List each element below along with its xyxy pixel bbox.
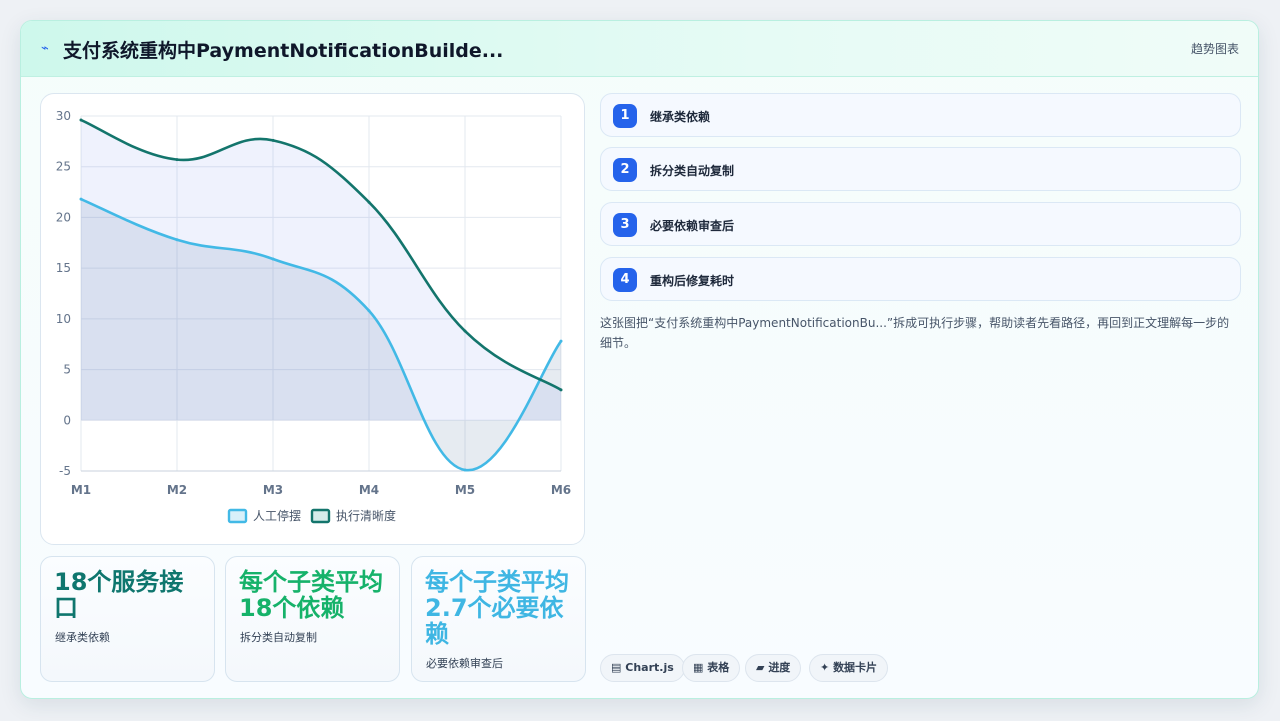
chip-label: 进度 — [768, 661, 791, 674]
page-title: 支付系统重构中PaymentNotificationBuilde... — [63, 40, 504, 62]
step-number: 1 — [613, 104, 637, 128]
step-item-3[interactable]: 3 必要依赖审查后 — [600, 202, 1241, 246]
step-number: 2 — [613, 158, 637, 182]
stat-value: 每个子类平均18个依赖 — [239, 568, 383, 622]
x-tick-label: M1 — [71, 483, 91, 497]
stat-label: 继承类依赖 — [55, 631, 110, 644]
step-number: 4 — [613, 268, 637, 292]
main-card: ⌁ 支付系统重构中PaymentNotificationBuilde... 趋势… — [20, 20, 1259, 699]
stat-card-3: 每个子类平均2.7个必要依赖 必要依赖审查后 — [411, 556, 586, 682]
step-item-4[interactable]: 4 重构后修复耗时 — [600, 257, 1241, 301]
stat-label: 必要依赖审查后 — [426, 657, 503, 670]
stat-card-1: 18个服务接口 继承类依赖 — [40, 556, 215, 682]
x-tick-label: M2 — [167, 483, 187, 497]
stat-value: 每个子类平均2.7个必要依赖 — [425, 568, 569, 648]
chip-table[interactable]: ▦ 表格 — [682, 654, 741, 682]
chip-progress[interactable]: ▰ 进度 — [745, 654, 802, 682]
stat-card-2: 每个子类平均18个依赖 拆分类自动复制 — [225, 556, 400, 682]
x-tick-label: M4 — [359, 483, 379, 497]
chip-label: Chart.js — [625, 661, 674, 674]
data-point — [463, 468, 467, 472]
step-text: 必要依赖审查后 — [650, 219, 735, 233]
stat-value: 18个服务接口 — [54, 568, 184, 622]
step-text: 继承类依赖 — [650, 110, 711, 124]
data-point — [559, 388, 563, 392]
line-chart: 30 25 20 15 10 5 0 -5M1 M2 M3 M4 M5 M6 人工停摆 执行清晰度 — [56, 109, 571, 524]
x-tick-label: M5 — [455, 483, 475, 497]
step-text: 拆分类自动复制 — [650, 164, 735, 178]
y-tick-label: 25 — [56, 160, 71, 174]
y-tick-label: 20 — [56, 210, 71, 224]
data-point — [79, 118, 83, 122]
data-point — [175, 238, 179, 242]
data-point — [175, 158, 179, 162]
progress-icon: ▰ — [756, 661, 765, 674]
chart-type-tag: 趋势图表 — [1190, 42, 1239, 56]
chip-label: 表格 — [707, 661, 730, 674]
sparkle-icon: ✦ — [820, 661, 830, 674]
legend-swatch — [310, 508, 331, 524]
legend-label: 执行清晰度 — [336, 508, 396, 523]
data-point — [367, 200, 371, 204]
y-tick-label: 0 — [63, 413, 71, 427]
data-point — [463, 329, 467, 333]
data-point — [271, 257, 275, 261]
data-point — [367, 309, 371, 313]
step-text: 重构后修复耗时 — [650, 274, 735, 288]
legend-swatch — [227, 508, 248, 524]
chip-label: 数据卡片 — [833, 661, 878, 674]
card-header: ⌁ 支付系统重构中PaymentNotificationBuilde... 趋势… — [21, 21, 1258, 77]
chip-chartjs[interactable]: ▤ Chart.js — [600, 654, 685, 682]
series-area-2 — [81, 120, 561, 421]
stat-label: 拆分类自动复制 — [240, 631, 317, 644]
data-point — [271, 138, 275, 142]
step-item-2[interactable]: 2 拆分类自动复制 — [600, 147, 1241, 191]
x-tick-label: M3 — [263, 483, 283, 497]
y-tick-label: -5 — [59, 464, 71, 478]
data-point — [559, 339, 563, 343]
chart-icon: ▤ — [611, 661, 622, 674]
y-tick-label: 30 — [56, 109, 71, 123]
chart-panel: 30 25 20 15 10 5 0 -5 M1 M2 M3 M4 M5 M6 人工停摆 执行清晰度 — [40, 93, 585, 545]
chart-description: 这张图把“支付系统重构中PaymentNotificationBu...”拆成可… — [600, 316, 1230, 350]
data-point — [79, 197, 83, 201]
y-tick-label: 10 — [56, 312, 71, 326]
trend-icon: ⌁ — [41, 41, 49, 56]
y-tick-label: 15 — [56, 261, 71, 275]
legend-label: 人工停摆 — [253, 508, 301, 523]
step-number: 3 — [613, 213, 637, 237]
y-tick-label: 5 — [63, 363, 71, 377]
table-icon: ▦ — [693, 661, 704, 674]
x-tick-label: M6 — [551, 483, 571, 497]
chip-data-card[interactable]: ✦ 数据卡片 — [809, 654, 889, 682]
step-item-1[interactable]: 1 继承类依赖 — [600, 93, 1241, 137]
